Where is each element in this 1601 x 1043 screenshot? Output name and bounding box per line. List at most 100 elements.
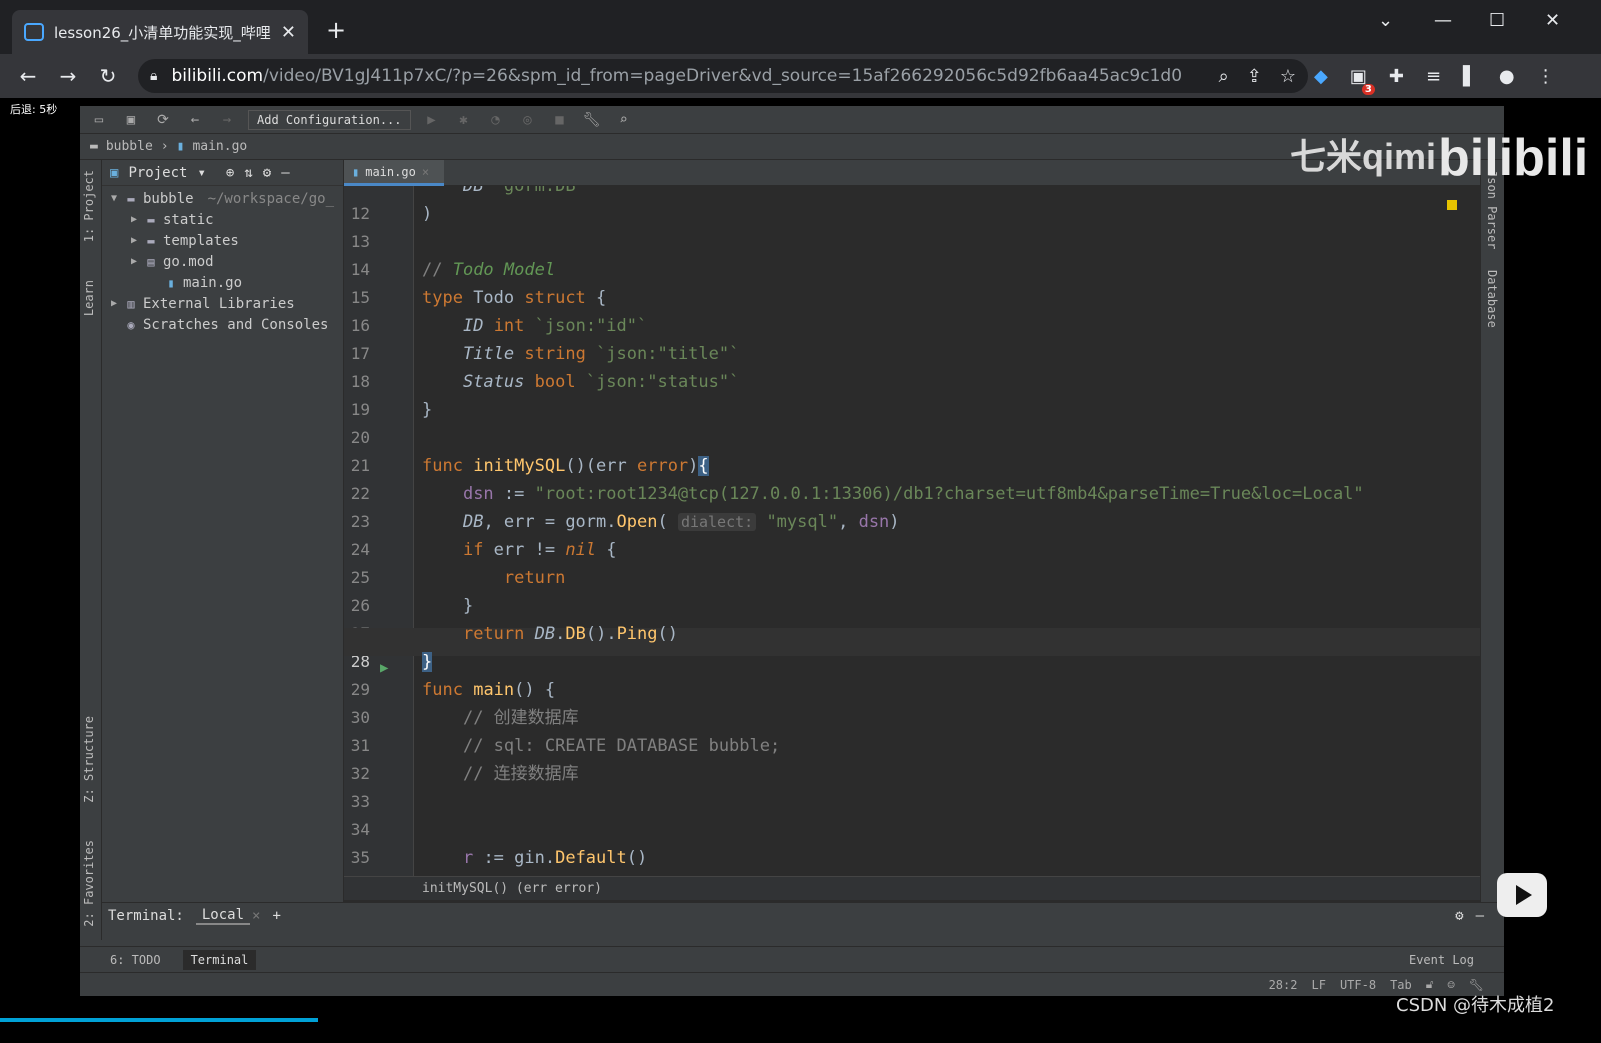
terminal-label: Terminal: [108,908,184,924]
caret-position[interactable]: 28:2 [1269,978,1298,992]
add-terminal-icon[interactable]: + [272,908,280,924]
line-number: 34 [350,820,370,839]
line-separator[interactable]: LF [1311,978,1325,992]
breadcrumb-project[interactable]: bubble [106,139,153,154]
line-number: 30 [350,708,370,727]
tree-item-go-mod[interactable]: ▶ ▤ go.mod [102,251,343,272]
line-number: 33 [350,792,370,811]
inspector-icon[interactable]: ☺ [1448,978,1455,992]
sync-icon[interactable]: ⟳ [152,112,174,128]
coverage-icon[interactable]: ◔ [485,112,507,128]
code-breadcrumb-footer[interactable]: initMySQL() (err error) [344,876,1480,900]
nav-back-icon[interactable]: ← [184,112,206,128]
chevron-right-icon[interactable]: ▶ [126,214,142,225]
reading-list-icon[interactable]: ≡ [1426,66,1441,87]
database-tool-tab[interactable]: Database [1485,270,1499,328]
new-tab-button[interactable]: + [326,16,346,44]
nav-forward-icon[interactable]: → [216,112,238,128]
minimize-button[interactable]: — [1434,10,1452,31]
close-window-button[interactable]: ✕ [1545,10,1560,31]
wrench-status-icon[interactable]: 🔧︎ [1469,978,1484,992]
video-viewport[interactable]: 后退: 5秒 ▭ ▣ ⟳ ← → Add Configuration... ▶ … [0,98,1601,1043]
tree-item-scratches-and-consoles[interactable]: ◉ Scratches and Consoles [102,314,343,335]
go-icon: ▮ [167,275,175,290]
shield-extension-icon[interactable]: ◆ [1314,66,1328,87]
close-tab-icon[interactable]: × [422,165,429,179]
open-folder-icon[interactable]: ▭ [88,112,110,128]
tree-item-static[interactable]: ▶ ▬ static [102,209,343,230]
add-configuration-button[interactable]: Add Configuration... [248,109,411,130]
terminal-tool-button[interactable]: Terminal [182,949,257,970]
project-panel: ▣ Project ▾ ⊕ ⇅ ⚙ — ▼ ▬ bubble ~/workspace/… [102,160,344,940]
line-number: 25 [350,568,370,587]
hide-panel-icon[interactable]: — [281,165,289,181]
save-icon[interactable]: ▣ [120,112,142,128]
browser-tab-strip: lesson26_小清单功能实现_哔哩 ✕ + ⌄ — ☐ ✕ [0,0,1601,54]
puzzle-extensions-icon[interactable]: ✚ [1389,66,1404,87]
learn-tool-tab[interactable]: Learn [82,280,96,316]
bookmark-star-icon[interactable]: ☆ [1280,66,1296,87]
project-view-selector[interactable]: Project [128,165,187,181]
breadcrumb-file[interactable]: main.go [192,139,247,154]
structure-tool-tab[interactable]: Z: Structure [82,716,96,803]
file-icon: ▤ [147,254,155,269]
editor-tab-label: main.go [365,164,416,179]
zoom-icon[interactable]: ⌕ [1219,66,1229,87]
close-terminal-tab-icon[interactable]: × [252,908,260,924]
bilibili-play-icon[interactable] [1497,873,1547,917]
indent-setting[interactable]: Tab [1390,978,1412,992]
menu-kebab-icon[interactable]: ⋮ [1537,66,1555,87]
tree-item-external-libraries[interactable]: ▶ ▥ External Libraries [102,293,343,314]
browser-tab[interactable]: lesson26_小清单功能实现_哔哩 ✕ [12,10,308,54]
collapse-icon[interactable]: ⇅ [244,165,252,181]
code-line-23: DB, err = gorm.Open( dialect: "mysql", d… [462,512,900,532]
event-log-button[interactable]: Event Log [1409,953,1474,967]
terminal-panel: Terminal: Local × + ⚙ — [102,902,1504,942]
code-area[interactable]: DB gorm.DB ) // Todo Model type Todo str… [422,186,1478,876]
maximize-button[interactable]: ☐ [1489,10,1505,31]
lock-icon[interactable]: 🔒︎ [150,68,157,84]
folder-icon: ▬ [127,191,135,206]
todo-tool-button[interactable]: 6: TODO [110,953,161,967]
search-everywhere-icon[interactable]: ⌕ [613,112,635,128]
tree-item-bubble[interactable]: ▼ ▬ bubble ~/workspace/go_ [102,188,343,209]
run-icon[interactable]: ▶ [421,112,443,128]
address-bar[interactable]: 🔒︎ bilibili.com /video/BV1gJ411p7xC/?p=2… [138,59,1308,93]
chevron-down-icon[interactable]: ▾ [197,165,205,181]
line-number: 22 [350,484,370,503]
favorites-tool-tab[interactable]: 2: Favorites [82,840,96,927]
side-panel-icon[interactable]: ▌ [1463,66,1477,87]
tab-search-icon[interactable]: ⌄ [1378,10,1393,31]
line-gutter: 1213141516171819202122232425262728293031… [344,186,414,876]
gear-icon[interactable]: ⚙ [263,165,271,181]
chevron-right-icon[interactable]: ▶ [126,235,142,246]
close-tab-icon[interactable]: ✕ [281,22,296,43]
share-icon[interactable]: ⇪ [1247,66,1262,87]
back-icon[interactable]: ← [8,64,48,88]
video-progress-bar[interactable] [0,1018,318,1022]
terminal-tab-local[interactable]: Local [195,907,251,925]
file-encoding[interactable]: UTF-8 [1340,978,1376,992]
chevron-right-icon[interactable]: ▶ [106,298,122,309]
hide-terminal-icon[interactable]: — [1476,908,1484,924]
locate-icon[interactable]: ⊕ [226,165,234,181]
run-gutter-icon[interactable]: ▶ [380,660,388,676]
tree-item-main-go[interactable]: ▮ main.go [102,272,343,293]
debug-icon[interactable]: ✱ [453,112,475,128]
terminal-settings-icon[interactable]: ⚙ [1455,908,1463,924]
project-tool-tab[interactable]: 1: Project [82,170,96,242]
lock-icon[interactable]: 🔓︎ [1426,977,1434,992]
profile-icon[interactable]: ◎ [517,112,539,128]
wrench-icon[interactable]: 🔧︎ [581,112,603,128]
line-number: 17 [350,344,370,363]
chevron-down-icon[interactable]: ▼ [106,193,122,204]
stop-icon[interactable]: ■ [549,112,571,128]
chevron-right-icon[interactable]: ▶ [126,256,142,267]
reload-icon[interactable]: ↻ [88,64,128,88]
extension-badge-icon[interactable]: ▣ 3 [1350,66,1375,95]
tree-item-templates[interactable]: ▶ ▬ templates [102,230,343,251]
chevron-right-icon: › [160,139,169,154]
forward-icon[interactable]: → [48,64,88,88]
profile-avatar-icon[interactable]: ● [1499,66,1515,87]
editor-tab-main-go[interactable]: ▮ main.go × [344,160,444,186]
